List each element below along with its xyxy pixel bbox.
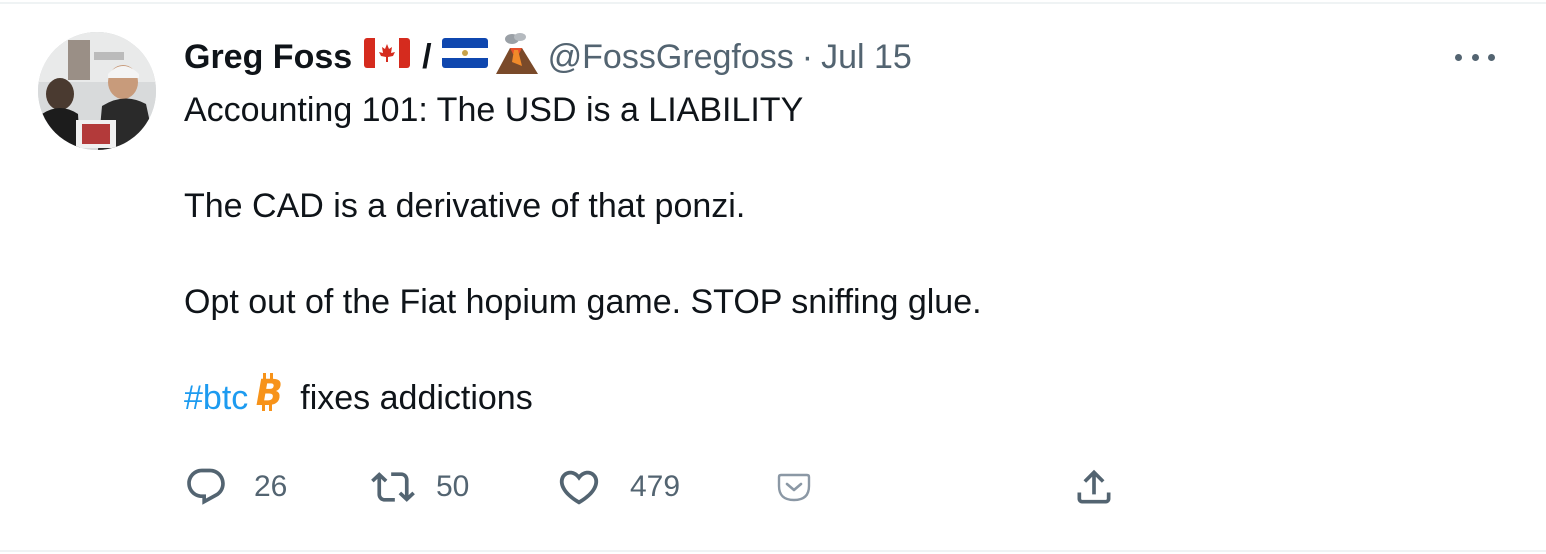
retweet-icon xyxy=(371,472,415,502)
reply-icon xyxy=(187,468,225,505)
like-button[interactable]: 479 xyxy=(556,462,680,512)
display-name[interactable]: Greg Foss xyxy=(184,38,352,77)
bottom-divider xyxy=(0,550,1546,552)
avatar-photo xyxy=(38,32,156,150)
bitcoin-icon: B xyxy=(252,371,287,426)
tweet-date[interactable]: Jul 15 xyxy=(821,38,912,77)
volcano-icon xyxy=(492,32,540,83)
more-options-icon[interactable] xyxy=(1455,45,1495,69)
tweet-line: Accounting 101: The USD is a LIABILITY xyxy=(184,91,804,129)
heart-icon xyxy=(559,470,599,505)
tweet-header: Greg Foss / @FossGregfoss · Jul 15 xyxy=(184,32,912,82)
retweet-button[interactable]: 50 xyxy=(368,462,469,512)
like-count: 479 xyxy=(630,470,681,503)
tweet-text: Accounting 101: The USD is a LIABILITY T… xyxy=(184,86,1434,422)
tweet-line-rest: fixes addictions xyxy=(300,379,533,417)
tweet-line: The CAD is a derivative of that ponzi. xyxy=(184,187,746,225)
user-handle[interactable]: @FossGregfoss xyxy=(548,38,794,77)
share-icon xyxy=(1077,469,1111,504)
hashtag-link[interactable]: #btc xyxy=(184,374,248,422)
canada-flag-icon xyxy=(364,37,411,77)
top-divider xyxy=(0,2,1546,4)
share-button[interactable] xyxy=(1072,462,1116,512)
retweet-count: 50 xyxy=(436,470,470,503)
more-dot xyxy=(1455,53,1462,61)
more-dot xyxy=(1471,53,1479,61)
reply-count: 26 xyxy=(254,470,288,503)
more-dot xyxy=(1488,53,1495,61)
pocket-icon xyxy=(777,473,811,502)
separator-dot: · xyxy=(801,37,814,76)
name-slash: / xyxy=(422,37,432,76)
tweet-actions: 26 50 479 xyxy=(184,462,1124,512)
el-salvador-flag-icon xyxy=(441,37,488,77)
save-to-pocket-button[interactable] xyxy=(776,462,812,512)
tweet-line: Opt out of the Fiat hopium game. STOP sn… xyxy=(184,283,982,321)
avatar[interactable] xyxy=(38,32,156,150)
reply-button[interactable]: 26 xyxy=(184,462,287,512)
tweet-line: #btc B fixes addictions xyxy=(184,371,1434,422)
